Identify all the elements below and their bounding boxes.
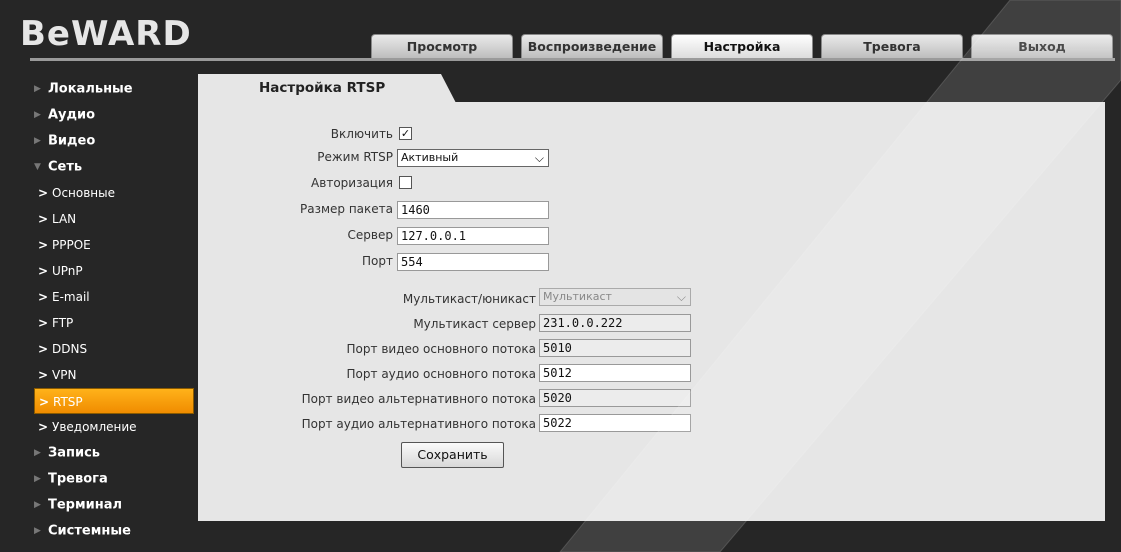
- packet-size-label: Размер пакета: [299, 202, 393, 216]
- sidebar-item-audio[interactable]: ▶ Аудио: [34, 102, 194, 128]
- sidebar-item-pppoe[interactable]: > PPPOE: [34, 232, 194, 258]
- sidebar-item-lan[interactable]: > LAN: [34, 206, 194, 232]
- chevron-down-icon: ⌵: [534, 151, 544, 165]
- chevron-down-icon: ⌵: [676, 290, 686, 304]
- triangle-right-icon: ▶: [34, 110, 41, 120]
- auth-checkbox[interactable]: [399, 176, 412, 189]
- sidebar-item-label: UPnP: [52, 264, 83, 278]
- tab-alarm[interactable]: Тревога: [821, 34, 963, 58]
- chevron-right-icon: >: [38, 368, 49, 382]
- sidebar-item-label: Тревога: [48, 471, 108, 487]
- chevron-right-icon: >: [38, 342, 49, 356]
- port-label: Порт: [362, 254, 393, 268]
- sidebar-item-local[interactable]: ▶ Локальные: [34, 76, 194, 102]
- sidebar-item-label: E-mail: [52, 290, 90, 304]
- tab-view[interactable]: Просмотр: [371, 34, 513, 58]
- enable-label: Включить: [330, 127, 393, 141]
- sidebar-item-terminal[interactable]: ▶ Терминал: [34, 492, 194, 518]
- auth-label: Авторизация: [311, 176, 393, 190]
- audio-main-port-input[interactable]: 5012: [539, 364, 691, 382]
- rtsp-mode-select[interactable]: Активный ⌵: [397, 149, 549, 167]
- video-alt-port-label: Порт видео альтернативного потока: [301, 392, 536, 406]
- rtsp-mode-value: Активный: [401, 151, 459, 164]
- sidebar-item-record[interactable]: ▶ Запись: [34, 440, 194, 466]
- header-divider: [30, 58, 1115, 61]
- chevron-right-icon: >: [38, 420, 49, 434]
- sidebar-item-video[interactable]: ▶ Видео: [34, 128, 194, 154]
- sidebar-item-label: Видео: [48, 133, 96, 149]
- chevron-right-icon: >: [38, 186, 49, 200]
- sidebar-item-ddns[interactable]: > DDNS: [34, 336, 194, 362]
- sidebar: ▶ Локальные ▶ Аудио ▶ Видео ▼ Сеть > Основные…: [34, 76, 194, 544]
- triangle-right-icon: ▶: [34, 136, 41, 146]
- server-label: Сервер: [347, 228, 393, 242]
- beward-logo: BeWARD: [20, 14, 192, 54]
- tab-playback[interactable]: Воспроизведение: [521, 34, 663, 58]
- mcast-server-label: Мультикаст сервер: [413, 317, 536, 331]
- cast-mode-select[interactable]: Мультикаст ⌵: [539, 288, 691, 306]
- save-button[interactable]: Сохранить: [401, 442, 504, 468]
- sidebar-item-label: DDNS: [52, 342, 88, 356]
- chevron-right-icon: >: [38, 290, 49, 304]
- audio-alt-port-input[interactable]: 5022: [539, 414, 691, 432]
- chevron-right-icon: >: [38, 264, 49, 278]
- sidebar-item-rtsp[interactable]: > RTSP: [34, 388, 194, 414]
- video-main-port-label: Порт видео основного потока: [346, 342, 536, 356]
- sidebar-item-label: LAN: [52, 212, 77, 226]
- sidebar-item-label: VPN: [52, 368, 77, 382]
- sidebar-item-notification[interactable]: > Уведомление: [34, 414, 194, 440]
- rtsp-mode-label: Режим RTSP: [317, 150, 393, 164]
- sidebar-item-label: Терминал: [48, 497, 123, 513]
- sidebar-item-ftp[interactable]: > FTP: [34, 310, 194, 336]
- video-alt-port-input[interactable]: 5020: [539, 389, 691, 407]
- page-title: Настройка RTSP: [259, 80, 386, 96]
- sidebar-item-label: RTSP: [53, 395, 83, 409]
- cast-mode-value: Мультикаст: [543, 290, 612, 303]
- settings-panel: [198, 102, 1105, 521]
- chevron-right-icon: >: [38, 238, 49, 252]
- sidebar-item-label: Аудио: [48, 107, 96, 123]
- sidebar-item-alarm[interactable]: ▶ Тревога: [34, 466, 194, 492]
- sidebar-item-network[interactable]: ▼ Сеть: [34, 154, 194, 180]
- packet-size-input[interactable]: 1460: [397, 201, 549, 219]
- tab-settings[interactable]: Настройка: [671, 34, 813, 58]
- top-nav: Просмотр Воспроизведение Настройка Трево…: [371, 34, 1121, 58]
- audio-alt-port-label: Порт аудио альтернативного потока: [301, 417, 536, 431]
- sidebar-item-label: PPPOE: [52, 238, 91, 252]
- tab-exit[interactable]: Выход: [971, 34, 1113, 58]
- audio-main-port-label: Порт аудио основного потока: [346, 367, 536, 381]
- mcast-server-input[interactable]: 231.0.0.222: [539, 314, 691, 332]
- sidebar-item-basic[interactable]: > Основные: [34, 180, 194, 206]
- triangle-right-icon: ▶: [34, 448, 41, 458]
- triangle-down-icon: ▼: [34, 162, 41, 172]
- triangle-right-icon: ▶: [34, 84, 41, 94]
- sidebar-item-upnp[interactable]: > UPnP: [34, 258, 194, 284]
- sidebar-item-label: Системные: [48, 523, 131, 539]
- sidebar-item-label: Сеть: [48, 159, 83, 175]
- cast-mode-label: Мультикаст/юникаст: [402, 292, 536, 306]
- video-main-port-input[interactable]: 5010: [539, 339, 691, 357]
- sidebar-item-system[interactable]: ▶ Системные: [34, 518, 194, 544]
- chevron-right-icon: >: [39, 395, 50, 409]
- app-window: BeWARD Просмотр Воспроизведение Настройк…: [0, 0, 1121, 552]
- sidebar-item-label: Основные: [52, 186, 116, 200]
- sidebar-item-label: Локальные: [48, 81, 133, 97]
- sidebar-item-label: Уведомление: [52, 420, 137, 434]
- enable-checkbox[interactable]: ✓: [399, 127, 412, 140]
- sidebar-item-vpn[interactable]: > VPN: [34, 362, 194, 388]
- triangle-right-icon: ▶: [34, 474, 41, 484]
- sidebar-item-label: FTP: [52, 316, 74, 330]
- chevron-right-icon: >: [38, 316, 49, 330]
- sidebar-item-label: Запись: [48, 445, 101, 461]
- chevron-right-icon: >: [38, 212, 49, 226]
- triangle-right-icon: ▶: [34, 500, 41, 510]
- server-input[interactable]: 127.0.0.1: [397, 227, 549, 245]
- port-input[interactable]: 554: [397, 253, 549, 271]
- sidebar-item-email[interactable]: > E-mail: [34, 284, 194, 310]
- triangle-right-icon: ▶: [34, 526, 41, 536]
